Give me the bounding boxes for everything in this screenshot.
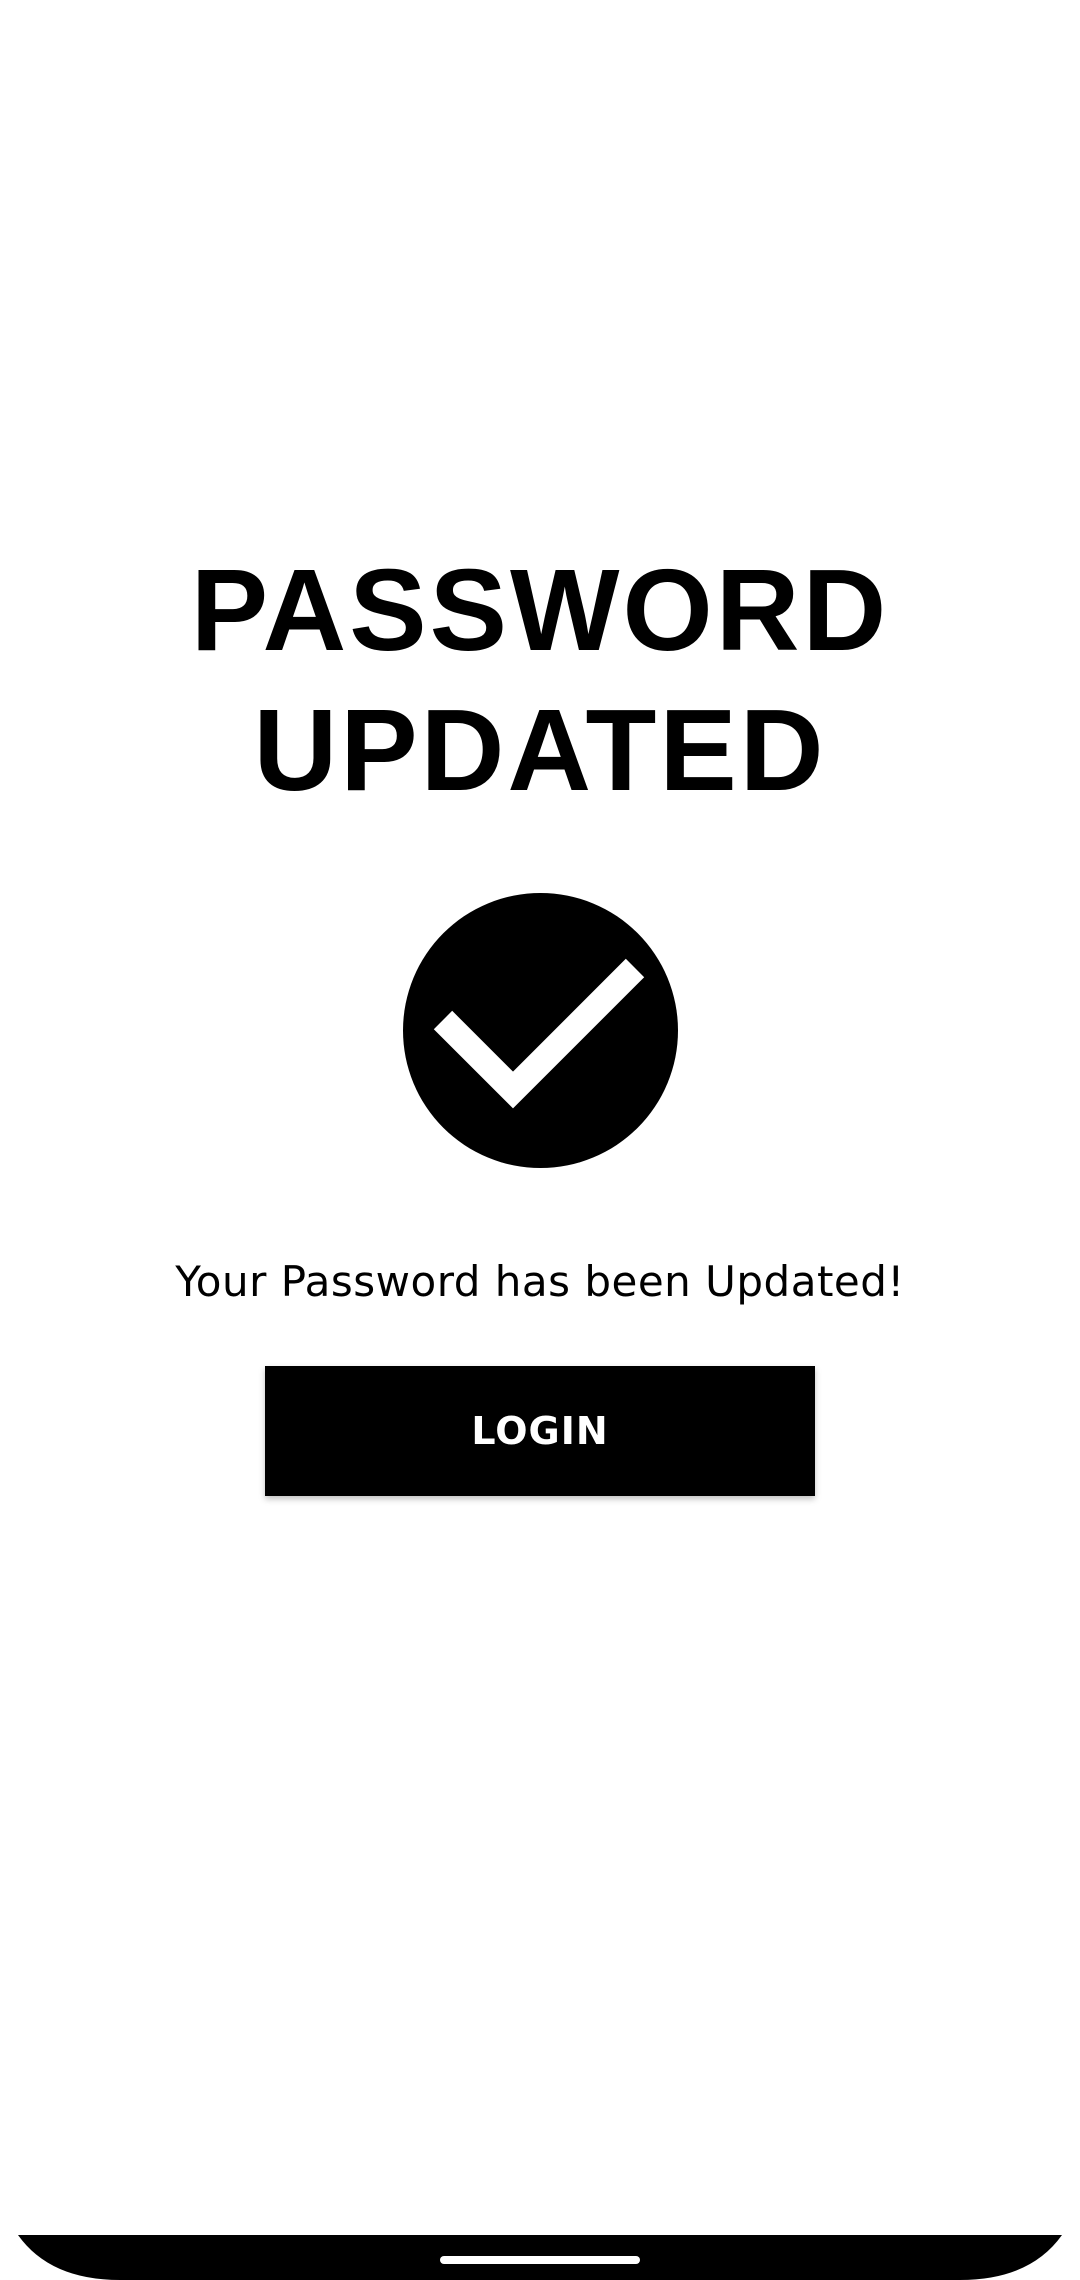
page-title: PASSWORD UPDATED: [0, 540, 1080, 820]
success-message: Your Password has been Updated!: [175, 1257, 905, 1306]
login-button[interactable]: LOGIN: [265, 1366, 815, 1496]
password-updated-screen: PASSWORD UPDATED Your Password has been …: [0, 0, 1080, 2280]
title-line-2: UPDATED: [253, 685, 827, 815]
home-indicator[interactable]: [440, 2256, 640, 2264]
check-circle-icon: [403, 893, 678, 1168]
title-line-1: PASSWORD: [190, 545, 890, 675]
